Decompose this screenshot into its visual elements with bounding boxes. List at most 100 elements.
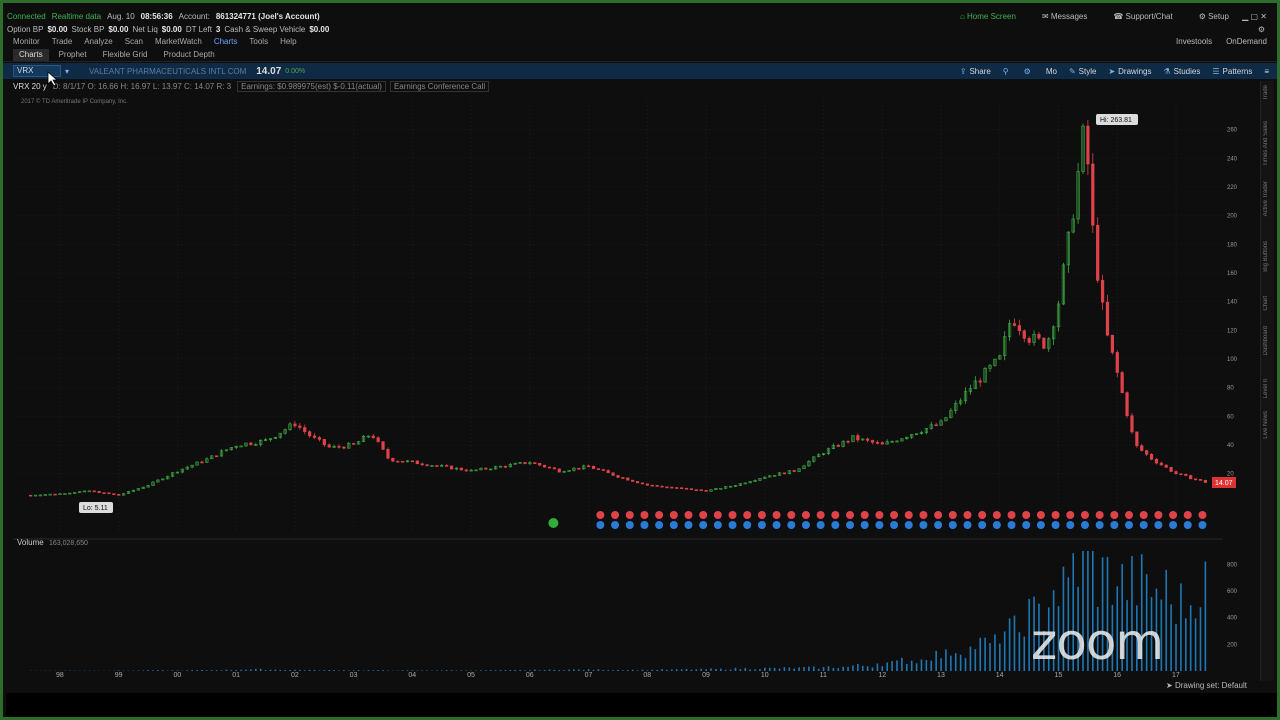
- candle-body: [53, 493, 57, 496]
- dividend-marker: [640, 511, 649, 519]
- candle-body: [587, 465, 591, 468]
- chart-grid: [13, 101, 1223, 540]
- earnings-tag: Earnings: $0.989975(est) $-0.11(actual): [237, 80, 386, 92]
- company-name: VALEANT PHARMACEUTICALS INTL COM: [89, 66, 247, 76]
- last-price: 14.07: [256, 65, 282, 77]
- candle-body: [1135, 431, 1139, 447]
- price-tick-label: 20: [1227, 472, 1234, 478]
- candle-body: [112, 493, 116, 495]
- price-chart[interactable]: 98 99 00 01 02 03 04 05 06 07 08 09 10 11 12 13 14 15 16 17…: [13, 91, 1253, 686]
- rail-dashboard[interactable]: Dashboard: [1263, 326, 1269, 355]
- setup-link[interactable]: ⚙ Setup: [1199, 12, 1235, 21]
- menu-tools[interactable]: Tools: [249, 37, 268, 46]
- aggregation-button[interactable]: Mo: [1046, 67, 1057, 76]
- volume-bar: [896, 660, 898, 671]
- candle-body: [621, 477, 625, 479]
- earnings-marker: [963, 521, 972, 529]
- candle-body: [415, 460, 419, 465]
- volume-bar: [210, 670, 213, 671]
- chevron-down-icon[interactable]: ▾: [65, 67, 69, 76]
- candle-body: [1105, 301, 1110, 336]
- rail-level-ii[interactable]: Level II: [1263, 379, 1269, 398]
- rail-live-news[interactable]: Live News: [1263, 411, 1269, 439]
- x-tick-label: 14: [996, 672, 1004, 679]
- home-screen-link[interactable]: ⌂ Home Screen: [960, 12, 1022, 21]
- candle-series: [29, 119, 1207, 497]
- chart-area[interactable]: 98 99 00 01 02 03 04 05 06 07 08 09 10 11 12 13 14 15 16 17…: [13, 91, 1253, 686]
- drawing-set-selector[interactable]: ➤ Drawing set: Default: [1166, 681, 1247, 690]
- volume-bar: [1184, 618, 1187, 671]
- candle-body: [1086, 125, 1090, 165]
- menu-help[interactable]: Help: [280, 37, 296, 46]
- volume-bar: [754, 669, 756, 671]
- studies-button[interactable]: ⚗ Studies: [1164, 67, 1201, 76]
- volume-bar: [426, 670, 428, 671]
- rail-big-buttons[interactable]: Big Buttons: [1263, 241, 1269, 272]
- menu-analyze[interactable]: Analyze: [84, 37, 112, 46]
- candle-body: [97, 491, 101, 493]
- option-bp-value: $0.00: [47, 24, 68, 34]
- style-icon: ✎: [1068, 66, 1076, 76]
- menu-trade[interactable]: Trade: [52, 37, 73, 46]
- candle-body: [660, 485, 664, 488]
- candle-body: [337, 445, 341, 448]
- candle-body: [665, 486, 669, 489]
- volume-bar: [387, 670, 389, 671]
- earnings-marker: [1022, 521, 1031, 529]
- volume-bar: [191, 670, 193, 671]
- x-tick-label: 17: [1172, 672, 1180, 679]
- candle-body: [542, 464, 547, 468]
- candle-body: [396, 460, 400, 463]
- patterns-button[interactable]: ☰ Patterns: [1212, 67, 1252, 76]
- ondemand-link[interactable]: OnDemand: [1226, 37, 1267, 46]
- dividend-marker: [846, 511, 855, 519]
- dividend-marker: [890, 511, 899, 519]
- subtab-flexible-grid[interactable]: Flexible Grid: [97, 49, 154, 61]
- rail-times-and-sales[interactable]: Times And Sales: [1263, 121, 1269, 166]
- rail-trade[interactable]: Trade: [1263, 85, 1269, 100]
- volume-bar: [671, 669, 673, 671]
- menu-scan[interactable]: Scan: [125, 37, 143, 46]
- volume-bar: [289, 669, 291, 671]
- candle-body: [1125, 392, 1129, 417]
- rail-active-trader[interactable]: Active Trader: [1263, 181, 1269, 216]
- volume-bar: [861, 665, 864, 671]
- x-tick-label: 12: [878, 672, 886, 679]
- price-tick-label: 120: [1227, 328, 1238, 334]
- subtab-prophet[interactable]: Prophet: [53, 49, 93, 61]
- share-button[interactable]: ⇪ Share: [960, 67, 991, 76]
- account-selector[interactable]: 861324771 (Joel's Account): [216, 12, 320, 21]
- split-marker: [548, 518, 559, 528]
- messages-link[interactable]: ✉ Messages: [1042, 12, 1093, 21]
- stock-bp-value: $0.00: [108, 24, 129, 34]
- volume-bar: [421, 670, 424, 671]
- candle-body: [1174, 471, 1178, 475]
- volume-bar: [798, 667, 800, 671]
- style-button[interactable]: ✎ Style: [1069, 67, 1097, 76]
- subtab-product-depth[interactable]: Product Depth: [158, 49, 221, 61]
- volume-bar: [558, 670, 561, 671]
- candle-body: [33, 494, 38, 497]
- candle-body: [1184, 473, 1188, 476]
- earnings-marker: [875, 521, 884, 529]
- gear-icon[interactable]: ⚙: [1258, 25, 1265, 34]
- subtab-charts[interactable]: Charts: [13, 48, 49, 61]
- drawings-button[interactable]: ➤ Drawings: [1108, 67, 1151, 76]
- candle-body: [102, 492, 106, 494]
- support-link[interactable]: ☎ Support/Chat: [1113, 12, 1178, 21]
- menu-marketwatch[interactable]: MarketWatch: [155, 37, 202, 46]
- menu-charts[interactable]: Charts: [214, 37, 238, 46]
- pin-button[interactable]: ⚲: [1003, 67, 1012, 76]
- settings-button[interactable]: ⚙: [1024, 67, 1034, 76]
- candle-body: [538, 462, 542, 466]
- period-label[interactable]: VRX 20 y: [13, 82, 47, 91]
- menu-monitor[interactable]: Monitor: [13, 37, 40, 46]
- volume-bar: [274, 669, 277, 671]
- menu-right: Investools OnDemand: [1176, 37, 1267, 46]
- volume-bar: [196, 670, 198, 671]
- menu-icon[interactable]: ≡: [1264, 67, 1269, 76]
- window-controls[interactable]: ▁ ▢ ✕: [1242, 12, 1267, 21]
- investools-link[interactable]: Investools: [1176, 37, 1212, 46]
- rail-chart[interactable]: Chart: [1263, 296, 1269, 311]
- volume-bar: [240, 669, 242, 671]
